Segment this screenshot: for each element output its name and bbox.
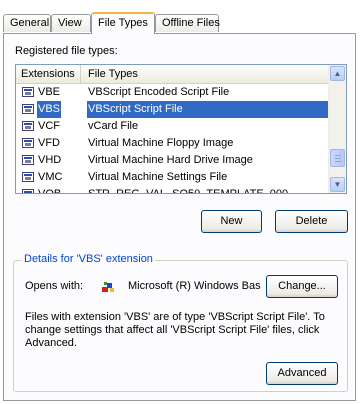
row-file-type: Virtual Machine Hard Drive Image [88,154,253,166]
delete-button[interactable]: Delete [275,210,348,233]
script-file-icon [22,172,34,182]
grip-icon [335,155,341,156]
new-button[interactable]: New [201,210,262,233]
folder-options-dialog: General View File Types Offline Files Re… [0,0,364,404]
opens-with-label: Opens with: [25,280,84,292]
chevron-up-icon: ▲ [333,69,342,78]
list-row[interactable]: VBE VBScript Encoded Script File [16,84,330,101]
column-extensions[interactable]: Extensions [16,65,81,83]
scroll-thumb[interactable] [330,149,345,167]
list-row[interactable]: VFD Virtual Machine Floppy Image [16,135,330,152]
file-types-list[interactable]: Extensions File Types VBE VBScript Encod… [15,64,347,194]
list-row[interactable]: VOB STR_REG_VAL_SO50_TEMPLATE_000 [16,186,330,194]
list-header: Extensions File Types [16,65,330,84]
list-row[interactable]: VMC Virtual Machine Settings File [16,169,330,186]
change-button[interactable]: Change... [266,275,338,298]
row-file-type: vCard File [88,120,139,132]
tab-view[interactable]: View [51,14,91,32]
row-extension: VBS [37,101,62,118]
row-extension: VCF [38,120,60,132]
row-file-type: Virtual Machine Floppy Image [88,137,234,149]
script-file-icon [22,138,34,148]
row-file-type: VBScript Script File [87,101,330,118]
grip-icon [335,158,341,159]
list-row-selected[interactable]: VBS VBScript Script File [16,101,330,118]
chevron-down-icon: ▼ [333,180,342,189]
row-extension: VBE [38,86,61,98]
script-file-icon [22,155,34,165]
row-extension: VHD [38,154,62,166]
column-file-types[interactable]: File Types [81,65,330,83]
windows-script-host-icon [102,282,114,292]
script-file-icon [22,104,34,114]
script-file-icon [22,121,34,131]
list-rows: VBE VBScript Encoded Script File VBS VBS… [16,84,330,194]
opens-with-app-name: Microsoft (R) Windows Bas [128,280,261,292]
row-extension: VFD [38,137,60,149]
list-scrollbar[interactable]: ▲ ▼ [328,65,346,193]
tab-general[interactable]: General [3,14,51,32]
list-row[interactable]: VHD Virtual Machine Hard Drive Image [16,152,330,169]
tab-offline-files[interactable]: Offline Files [155,14,220,32]
script-file-icon [22,189,34,193]
advanced-button[interactable]: Advanced [266,362,338,385]
tab-file-types[interactable]: File Types [91,12,155,34]
details-group-title: Details for 'VBS' extension [22,253,155,265]
grip-icon [335,161,341,162]
row-extension: VOB [38,188,62,194]
row-extension: VMC [38,171,63,183]
list-row[interactable]: VCF vCard File [16,118,330,135]
tab-strip: General View File Types Offline Files [0,12,364,34]
row-file-type: STR_REG_VAL_SO50_TEMPLATE_000 [88,188,289,194]
registered-file-types-label: Registered file types: [15,45,118,57]
row-file-type: VBScript Encoded Script File [88,86,230,98]
scroll-up-button[interactable]: ▲ [330,66,345,81]
details-description: Files with extension 'VBS' are of type '… [25,311,325,349]
row-file-type: Virtual Machine Settings File [88,171,228,183]
scroll-down-button[interactable]: ▼ [330,177,345,192]
script-file-icon [22,87,34,97]
